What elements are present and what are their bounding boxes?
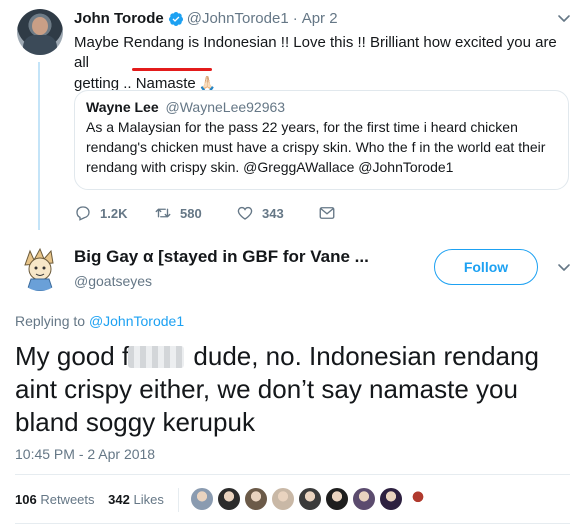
- envelope-icon: [319, 207, 335, 219]
- liker-avatar[interactable]: [271, 487, 295, 511]
- reply-author-handle[interactable]: @goatseyes: [74, 273, 369, 289]
- goatseyes-avatar[interactable]: [17, 245, 63, 291]
- liker-avatar[interactable]: [379, 487, 403, 511]
- avatar-face: [32, 17, 48, 35]
- retweets-label: Retweets: [40, 492, 95, 507]
- parent-tweet-date[interactable]: Apr 2: [302, 10, 338, 27]
- engagement-stats: 106 Retweets 342 Likes: [15, 492, 164, 507]
- quoted-tweet-header: Wayne Lee @WayneLee92963: [86, 99, 557, 115]
- parent-text-line1: Maybe Rendang is Indonesian !! Love this…: [74, 34, 557, 71]
- quoted-tweet-card[interactable]: Wayne Lee @WayneLee92963 As a Malaysian …: [74, 90, 569, 190]
- quoted-author-name: Wayne Lee: [86, 99, 159, 115]
- divider-top: [15, 474, 570, 475]
- liker-avatar[interactable]: [190, 487, 214, 511]
- liker-avatar[interactable]: [244, 487, 268, 511]
- censored-word-blur: [128, 346, 185, 368]
- reply-author-block: Big Gay α [stayed in GBF for Vane ... @g…: [74, 247, 369, 289]
- retweets-count: 106: [15, 492, 37, 507]
- replying-to-prefix: Replying to: [15, 313, 89, 329]
- chevron-down-icon[interactable]: [556, 259, 572, 275]
- parent-author-name[interactable]: John Torode: [74, 10, 164, 27]
- reply-count: 1.2K: [100, 205, 128, 221]
- like-button[interactable]: 343: [236, 204, 318, 222]
- heart-icon: [237, 206, 253, 220]
- liker-avatar[interactable]: [406, 487, 430, 511]
- direct-message-button[interactable]: [318, 204, 344, 222]
- parent-author-handle[interactable]: @JohnTorode1: [187, 10, 289, 27]
- john-torode-avatar[interactable]: [17, 9, 63, 55]
- red-underline-annotation: [132, 68, 212, 71]
- liker-avatar[interactable]: [352, 487, 376, 511]
- avatar-body: [23, 35, 57, 55]
- like-count: 343: [262, 205, 284, 221]
- reply-timestamp[interactable]: 10:45 PM - 2 Apr 2018: [15, 446, 155, 462]
- liker-avatars: [190, 487, 433, 511]
- likes-stat[interactable]: 342 Likes: [108, 492, 164, 507]
- reply-tweet-text: My good f dude, no. Indonesian rendang a…: [15, 340, 570, 439]
- parent-tweet-header: John Torode @JohnTorode1 · Apr 2: [74, 10, 338, 27]
- retweet-button[interactable]: 580: [154, 204, 236, 222]
- verified-badge-icon: [168, 11, 183, 26]
- stats-separator: [178, 488, 179, 512]
- divider-bottom: [15, 523, 570, 524]
- replying-to-line: Replying to @JohnTorode1: [15, 313, 184, 329]
- thread-connector-line: [38, 62, 40, 230]
- quoted-tweet-text: As a Malaysian for the pass 22 years, fo…: [86, 119, 546, 175]
- liker-avatar[interactable]: [217, 487, 241, 511]
- retweet-icon: [155, 208, 171, 218]
- likes-count: 342: [108, 492, 130, 507]
- quoted-author-handle: @WayneLee92963: [165, 99, 286, 115]
- reply-author-name[interactable]: Big Gay α [stayed in GBF for Vane ...: [74, 247, 369, 267]
- replying-to-link[interactable]: @JohnTorode1: [89, 313, 184, 329]
- cartoon-character-icon: [17, 245, 63, 291]
- reply-text-part1: My good f: [15, 341, 130, 371]
- retweets-stat[interactable]: 106 Retweets: [15, 492, 95, 507]
- reply-button[interactable]: 1.2K: [74, 204, 154, 222]
- reply-icon: [76, 206, 90, 221]
- parent-tweet-actions: 1.2K 580 343: [74, 204, 344, 222]
- parent-tweet-text: Maybe Rendang is Indonesian !! Love this…: [74, 33, 564, 94]
- liker-avatar[interactable]: [298, 487, 322, 511]
- liker-avatar[interactable]: [325, 487, 349, 511]
- header-separator-dot: ·: [292, 10, 298, 27]
- likes-label: Likes: [133, 492, 164, 507]
- follow-button[interactable]: Follow: [434, 249, 538, 285]
- chevron-down-icon[interactable]: [556, 10, 572, 26]
- retweet-count: 580: [180, 205, 202, 221]
